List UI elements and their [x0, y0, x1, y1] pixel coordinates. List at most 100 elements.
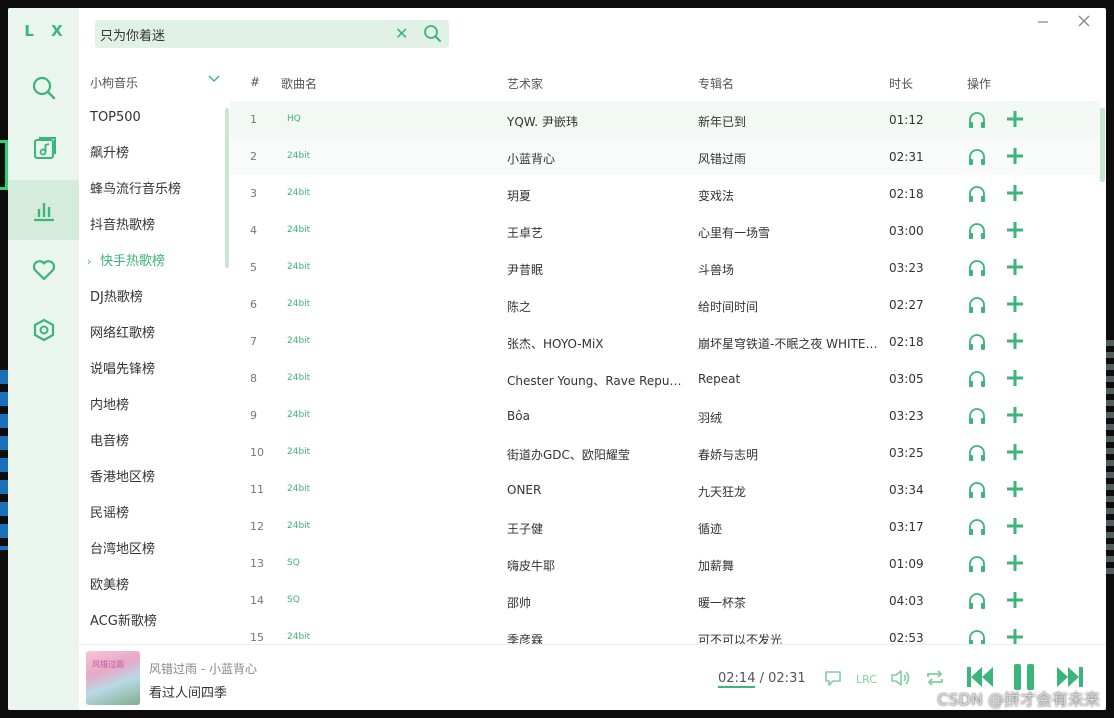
song-artist[interactable]: 尹昔眠: [507, 261, 687, 278]
add-plus-icon[interactable]: [1005, 627, 1025, 644]
table-row[interactable]: 1新年已到HQYQW. 尹嵌玮新年已到01:12: [230, 101, 1100, 138]
add-plus-icon[interactable]: [1005, 331, 1025, 354]
table-row[interactable]: 8Repeat24bitChester Young、Rave RepublicR…: [230, 360, 1100, 397]
listen-headphone-icon[interactable]: [967, 369, 987, 392]
search-input[interactable]: [100, 24, 390, 44]
album-cover[interactable]: 风错过雨: [86, 651, 140, 705]
list-item[interactable]: TOP500: [79, 100, 225, 136]
add-plus-icon[interactable]: [1005, 553, 1025, 576]
song-album[interactable]: 暖一杯茶: [698, 594, 878, 611]
list-item[interactable]: 电音榜: [79, 424, 225, 460]
listen-headphone-icon[interactable]: [967, 406, 987, 429]
song-album[interactable]: 春娇与志明: [698, 446, 878, 463]
song-artist[interactable]: Bôa: [507, 409, 687, 423]
listen-headphone-icon[interactable]: [967, 295, 987, 318]
listen-headphone-icon[interactable]: [967, 184, 987, 207]
song-artist[interactable]: 小蓝背心: [507, 150, 687, 167]
table-row[interactable]: 6给时间时间24bit陈之给时间时间02:27: [230, 286, 1100, 323]
song-artist[interactable]: 嗨皮牛耶: [507, 557, 687, 574]
song-artist[interactable]: 街道办GDC、欧阳耀莹: [507, 446, 687, 463]
song-artist[interactable]: 邵帅: [507, 594, 687, 611]
add-plus-icon[interactable]: [1005, 368, 1025, 391]
list-item[interactable]: 民谣榜: [79, 496, 225, 532]
listen-headphone-icon[interactable]: [967, 258, 987, 281]
listen-headphone-icon[interactable]: [967, 332, 987, 355]
list-item[interactable]: 欧美榜: [79, 568, 225, 604]
source-select[interactable]: 小枸音乐: [90, 74, 138, 91]
song-artist[interactable]: 王子健: [507, 520, 687, 537]
song-artist[interactable]: 季彦霖: [507, 631, 687, 644]
song-artist[interactable]: YQW. 尹嵌玮: [507, 113, 687, 130]
scrollbar[interactable]: [225, 108, 229, 268]
song-artist[interactable]: 张杰、HOYO-MiX: [507, 335, 687, 352]
song-artist[interactable]: 玥夏: [507, 187, 687, 204]
add-plus-icon[interactable]: [1005, 183, 1025, 206]
add-plus-icon[interactable]: [1005, 590, 1025, 613]
table-row[interactable]: 3变戏法24bit玥夏变戏法02:18: [230, 175, 1100, 212]
song-album[interactable]: 变戏法: [698, 187, 878, 204]
song-album[interactable]: 加薪舞: [698, 557, 878, 574]
add-plus-icon[interactable]: [1005, 109, 1025, 132]
listen-headphone-icon[interactable]: [967, 628, 987, 644]
table-row[interactable]: 14暖一杯茶SQ邵帅暖一杯茶04:03: [230, 582, 1100, 619]
list-item[interactable]: DJ热歌榜: [79, 280, 225, 316]
song-artist[interactable]: Chester Young、Rave Republic: [507, 372, 687, 389]
table-row[interactable]: 15 可不可以不发光24bit 季彦霖可不可以不发光 02:53: [230, 619, 1100, 644]
list-item[interactable]: › 快手热歌榜: [79, 244, 225, 280]
song-album[interactable]: 心里有一场雪: [698, 224, 878, 241]
minimize-icon[interactable]: [1036, 14, 1050, 28]
add-plus-icon[interactable]: [1005, 220, 1025, 243]
clear-icon[interactable]: ✕: [395, 24, 408, 43]
table-row[interactable]: 9 DUVET24bit Bôa 羽绒 03:23: [230, 397, 1100, 434]
listen-headphone-icon[interactable]: [967, 221, 987, 244]
listen-headphone-icon[interactable]: [967, 110, 987, 133]
list-item[interactable]: 说唱先锋榜: [79, 352, 225, 388]
add-plus-icon[interactable]: [1005, 257, 1025, 280]
song-album[interactable]: 新年已到: [698, 113, 878, 130]
list-item[interactable]: ACG新歌榜: [79, 604, 225, 640]
nav-leaderboard[interactable]: [8, 180, 79, 240]
table-row[interactable]: 13加薪舞SQ嗨皮牛耶加薪舞01:09: [230, 545, 1100, 582]
table-row[interactable]: 12循迹24bit王子健循迹03:17: [230, 508, 1100, 545]
song-album[interactable]: 九天狂龙: [698, 483, 878, 500]
list-item[interactable]: 内地榜: [79, 388, 225, 424]
listen-headphone-icon[interactable]: [967, 443, 987, 466]
nav-favorites[interactable]: [8, 240, 79, 300]
list-item[interactable]: 台湾地区榜: [79, 532, 225, 568]
lyric-icon[interactable]: LRC: [855, 667, 879, 689]
song-album[interactable]: 给时间时间: [698, 298, 878, 315]
list-item[interactable]: 抖音热歌榜: [79, 208, 225, 244]
list-item[interactable]: 网络红歌榜: [79, 316, 225, 352]
list-item[interactable]: 香港地区榜: [79, 460, 225, 496]
scrollbar[interactable]: [1100, 108, 1105, 182]
song-artist[interactable]: 王卓艺: [507, 224, 687, 241]
song-album[interactable]: 可不可以不发光: [698, 631, 878, 644]
song-album[interactable]: 风错过雨: [698, 150, 878, 167]
song-album[interactable]: 循迹: [698, 520, 878, 537]
now-playing-title[interactable]: 风错过雨 - 小蓝背心: [149, 660, 257, 677]
list-item[interactable]: 飙升榜: [79, 136, 225, 172]
table-row[interactable]: 10春娇与志明24bit街道办GDC、欧阳耀莹春娇与志明03:25: [230, 434, 1100, 471]
song-album[interactable]: 羽绒: [698, 409, 878, 426]
listen-headphone-icon[interactable]: [967, 554, 987, 577]
search-icon[interactable]: [423, 24, 442, 43]
listen-headphone-icon[interactable]: [967, 517, 987, 540]
song-artist[interactable]: ONER: [507, 483, 687, 497]
add-plus-icon[interactable]: [1005, 405, 1025, 428]
song-album[interactable]: Repeat: [698, 372, 878, 386]
add-plus-icon[interactable]: [1005, 516, 1025, 539]
chevron-down-icon[interactable]: [207, 72, 221, 86]
add-plus-icon[interactable]: [1005, 294, 1025, 317]
table-row[interactable]: 7 不眠之夜24bit 张杰、HOYO-MiX 崩坏星穹铁道-不眠之夜 WHITE N…: [230, 323, 1100, 360]
listen-headphone-icon[interactable]: [967, 480, 987, 503]
nav-settings[interactable]: [8, 300, 79, 360]
add-plus-icon[interactable]: [1005, 479, 1025, 502]
listen-headphone-icon[interactable]: [967, 591, 987, 614]
table-row[interactable]: 5斗兽场24bit尹昔眠斗兽场03:23: [230, 249, 1100, 286]
table-row[interactable]: 4心里有一场雪24bit王卓艺心里有一场雪03:00: [230, 212, 1100, 249]
add-plus-icon[interactable]: [1005, 442, 1025, 465]
song-album[interactable]: 崩坏星穹铁道-不眠之夜 WHITE NIGHT: [698, 335, 878, 352]
comment-icon[interactable]: [822, 667, 844, 689]
volume-icon[interactable]: [889, 667, 913, 689]
nav-search[interactable]: [8, 58, 79, 118]
